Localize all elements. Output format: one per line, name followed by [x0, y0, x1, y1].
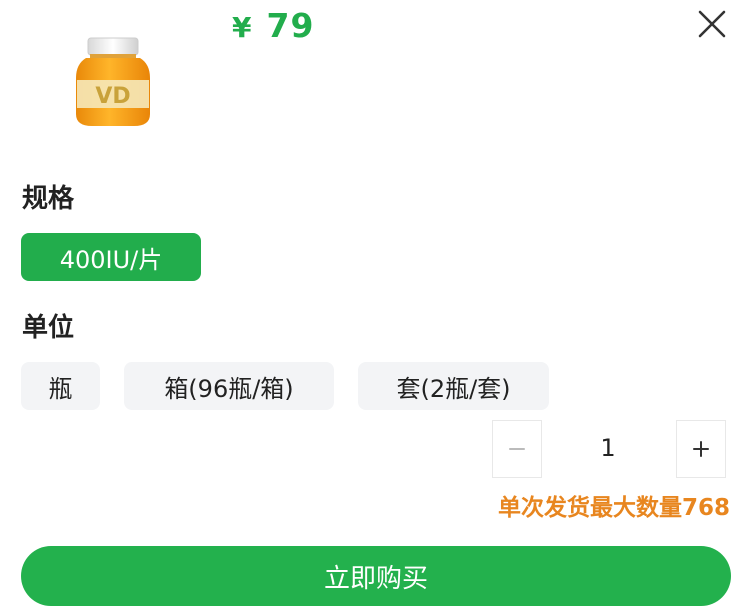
unit-option-box[interactable]: 箱(96瓶/箱): [124, 362, 334, 410]
quantity-value[interactable]: 1: [560, 428, 656, 468]
buy-now-button[interactable]: 立即购买: [21, 546, 731, 606]
plus-icon: [693, 441, 709, 457]
unit-section-title: 单位: [22, 313, 75, 343]
product-image-label: VD: [95, 84, 130, 109]
product-image: VD: [62, 30, 162, 134]
quantity-increase-button[interactable]: [676, 420, 726, 478]
unit-option-bottle[interactable]: 瓶: [21, 362, 100, 410]
close-button[interactable]: [694, 6, 730, 42]
price-value: 79: [266, 6, 315, 45]
spec-section-title: 规格: [22, 184, 75, 214]
minus-icon: [509, 448, 525, 450]
spec-option-400iu[interactable]: 400IU/片: [21, 233, 201, 281]
quantity-decrease-button[interactable]: [492, 420, 542, 478]
close-icon: [698, 10, 726, 38]
price-currency-symbol: ¥: [232, 11, 253, 44]
max-quantity-note: 单次发货最大数量768: [497, 495, 730, 521]
unit-option-set[interactable]: 套(2瓶/套): [358, 362, 549, 410]
price: ¥79: [232, 6, 314, 45]
